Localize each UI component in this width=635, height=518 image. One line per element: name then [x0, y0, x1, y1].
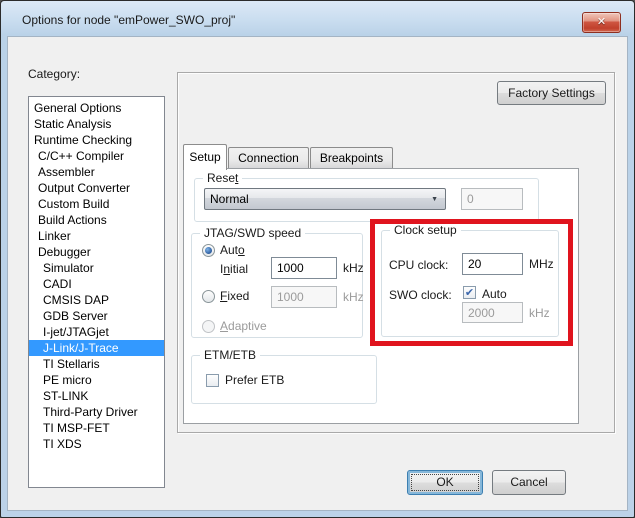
- list-item[interactable]: Simulator: [29, 260, 164, 276]
- jtag-speed-caption: JTAG/SWD speed: [200, 226, 305, 240]
- window-title: Options for node "emPower_SWO_proj": [22, 13, 235, 27]
- auto-speed-label: Auto: [220, 243, 245, 257]
- prefer-etb-checkbox[interactable]: [206, 374, 219, 387]
- list-item[interactable]: GDB Server: [29, 308, 164, 324]
- initial-speed-unit: kHz: [343, 261, 364, 275]
- list-item[interactable]: TI MSP-FET: [29, 420, 164, 436]
- initial-speed-field[interactable]: 1000: [271, 257, 337, 279]
- list-item[interactable]: TI Stellaris: [29, 356, 164, 372]
- list-item[interactable]: Output Converter: [29, 180, 164, 196]
- swo-clock-label: SWO clock:: [389, 288, 452, 302]
- reset-mode-value: Normal: [210, 192, 249, 206]
- category-listbox[interactable]: General Options Static Analysis Runtime …: [28, 96, 165, 488]
- list-item[interactable]: PE micro: [29, 372, 164, 388]
- swo-auto-label: Auto: [482, 287, 507, 301]
- list-item[interactable]: Custom Build: [29, 196, 164, 212]
- list-item[interactable]: ST-LINK: [29, 388, 164, 404]
- swo-auto-checkbox[interactable]: ✔: [463, 286, 476, 299]
- list-item[interactable]: C/C++ Compiler: [29, 148, 164, 164]
- tab-connection[interactable]: Connection: [228, 147, 309, 168]
- reset-mode-dropdown[interactable]: Normal ▼: [204, 188, 446, 210]
- reset-caption: Reset: [203, 171, 242, 185]
- list-item[interactable]: Assembler: [29, 164, 164, 180]
- fixed-speed-label: Fixed: [220, 289, 249, 303]
- swo-clock-unit: kHz: [529, 306, 550, 320]
- category-label: Category:: [28, 67, 80, 81]
- fixed-speed-unit: kHz: [343, 290, 364, 304]
- cpu-clock-field[interactable]: 20: [462, 253, 523, 275]
- fixed-speed-radio[interactable]: [202, 290, 215, 303]
- list-item[interactable]: CMSIS DAP: [29, 292, 164, 308]
- prefer-etb-label: Prefer ETB: [225, 373, 284, 387]
- list-item-selected[interactable]: J-Link/J-Trace: [29, 340, 164, 356]
- cancel-button[interactable]: Cancel: [492, 470, 566, 495]
- options-dialog: Options for node "emPower_SWO_proj" ✕ Ca…: [0, 0, 635, 518]
- list-item[interactable]: CADI: [29, 276, 164, 292]
- close-button[interactable]: ✕: [582, 12, 621, 33]
- list-item[interactable]: I-jet/JTAGjet: [29, 324, 164, 340]
- swo-clock-field[interactable]: 2000: [462, 302, 523, 323]
- list-item[interactable]: Build Actions: [29, 212, 164, 228]
- factory-settings-button[interactable]: Factory Settings: [497, 81, 606, 105]
- ok-button[interactable]: OK: [407, 470, 483, 495]
- list-item[interactable]: Debugger: [29, 244, 164, 260]
- cpu-clock-unit: MHz: [529, 257, 554, 271]
- list-item[interactable]: TI XDS: [29, 436, 164, 452]
- initial-speed-label: Initial: [220, 262, 248, 276]
- adaptive-speed-radio: [202, 320, 215, 333]
- auto-speed-radio[interactable]: [202, 244, 215, 257]
- list-item[interactable]: Linker: [29, 228, 164, 244]
- adaptive-speed-label: Adaptive: [220, 319, 267, 333]
- fixed-speed-field[interactable]: 1000: [271, 286, 337, 308]
- clock-setup-caption: Clock setup: [390, 223, 461, 237]
- check-icon: ✔: [465, 287, 474, 299]
- chevron-down-icon: ▼: [431, 196, 438, 203]
- list-item[interactable]: Runtime Checking: [29, 132, 164, 148]
- close-icon: ✕: [597, 16, 606, 28]
- etm-etb-caption: ETM/ETB: [200, 348, 260, 362]
- tab-setup[interactable]: Setup: [183, 144, 227, 170]
- tab-breakpoints[interactable]: Breakpoints: [310, 147, 393, 168]
- list-item[interactable]: General Options: [29, 100, 164, 116]
- cpu-clock-label: CPU clock:: [389, 258, 448, 272]
- list-item[interactable]: Static Analysis: [29, 116, 164, 132]
- reset-delay-field[interactable]: 0: [461, 188, 523, 210]
- list-item[interactable]: Third-Party Driver: [29, 404, 164, 420]
